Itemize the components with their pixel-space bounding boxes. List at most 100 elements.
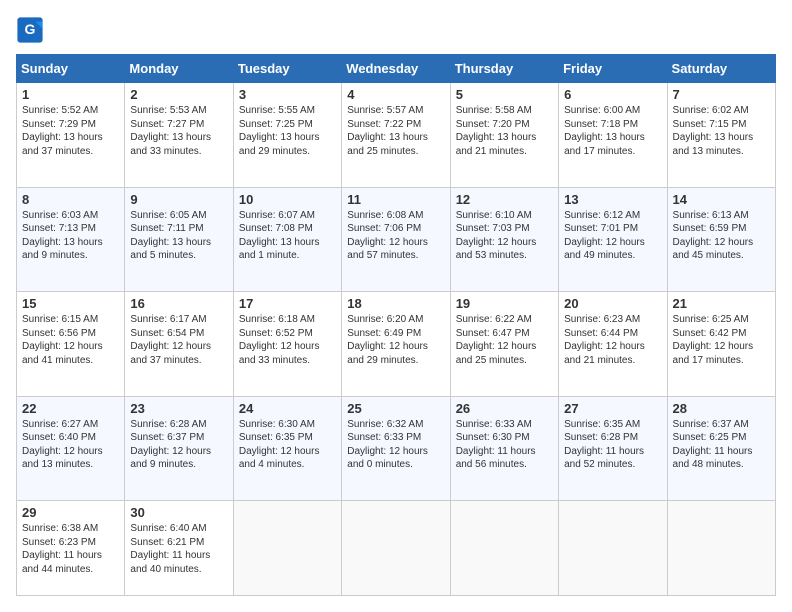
cell-details: Sunrise: 6:03 AMSunset: 7:13 PMDaylight:…	[22, 209, 119, 263]
weekday-tuesday: Tuesday	[233, 55, 341, 83]
calendar-cell: 11 Sunrise: 6:08 AMSunset: 7:06 PMDayligh…	[342, 187, 450, 292]
day-number: 1	[22, 87, 119, 102]
day-number: 14	[673, 192, 770, 207]
cell-details: Sunrise: 6:25 AMSunset: 6:42 PMDaylight:…	[673, 313, 770, 367]
calendar-cell: 28 Sunrise: 6:37 AMSunset: 6:25 PMDayligh…	[667, 396, 775, 501]
weekday-monday: Monday	[125, 55, 233, 83]
day-number: 13	[564, 192, 661, 207]
calendar-cell: 22Sunrise: 6:27 AMSunset: 6:40 PMDayligh…	[17, 396, 125, 501]
cell-details: Sunrise: 6:37 AMSunset: 6:25 PMDaylight:…	[673, 418, 770, 472]
calendar-cell	[233, 501, 341, 596]
cell-details: Sunrise: 6:12 AMSunset: 7:01 PMDaylight:…	[564, 209, 661, 263]
weekday-saturday: Saturday	[667, 55, 775, 83]
cell-details: Sunrise: 5:57 AMSunset: 7:22 PMDaylight:…	[347, 104, 444, 158]
calendar-cell: 24 Sunrise: 6:30 AMSunset: 6:35 PMDayligh…	[233, 396, 341, 501]
calendar-cell: 30 Sunrise: 6:40 AMSunset: 6:21 PMDayligh…	[125, 501, 233, 596]
weekday-friday: Friday	[559, 55, 667, 83]
day-number: 8	[22, 192, 119, 207]
calendar-cell: 25 Sunrise: 6:32 AMSunset: 6:33 PMDayligh…	[342, 396, 450, 501]
calendar-row-0: 1 Sunrise: 5:52 AMSunset: 7:29 PMDaylight…	[17, 83, 776, 188]
calendar-cell: 15 Sunrise: 6:15 AMSunset: 6:56 PMDayligh…	[17, 292, 125, 397]
calendar-table: SundayMondayTuesdayWednesdayThursdayFrid…	[16, 54, 776, 596]
cell-details: Sunrise: 6:05 AMSunset: 7:11 PMDaylight:…	[130, 209, 227, 263]
day-number: 2	[130, 87, 227, 102]
page-header: G	[16, 16, 776, 44]
calendar-cell: 29Sunrise: 6:38 AMSunset: 6:23 PMDayligh…	[17, 501, 125, 596]
calendar-cell: 8 Sunrise: 6:03 AMSunset: 7:13 PMDaylight…	[17, 187, 125, 292]
day-number: 17	[239, 296, 336, 311]
weekday-wednesday: Wednesday	[342, 55, 450, 83]
cell-details: Sunrise: 6:10 AMSunset: 7:03 PMDaylight:…	[456, 209, 553, 263]
calendar-cell: 4 Sunrise: 5:57 AMSunset: 7:22 PMDaylight…	[342, 83, 450, 188]
logo-icon: G	[16, 16, 44, 44]
calendar-cell: 3 Sunrise: 5:55 AMSunset: 7:25 PMDaylight…	[233, 83, 341, 188]
calendar-cell: 18Sunrise: 6:20 AMSunset: 6:49 PMDayligh…	[342, 292, 450, 397]
calendar-cell: 26Sunrise: 6:33 AMSunset: 6:30 PMDayligh…	[450, 396, 558, 501]
calendar-cell: 6 Sunrise: 6:00 AMSunset: 7:18 PMDaylight…	[559, 83, 667, 188]
calendar-cell	[559, 501, 667, 596]
calendar-cell: 17 Sunrise: 6:18 AMSunset: 6:52 PMDayligh…	[233, 292, 341, 397]
calendar-cell: 21Sunrise: 6:25 AMSunset: 6:42 PMDayligh…	[667, 292, 775, 397]
day-number: 3	[239, 87, 336, 102]
cell-details: Sunrise: 6:13 AMSunset: 6:59 PMDaylight:…	[673, 209, 770, 263]
weekday-header-row: SundayMondayTuesdayWednesdayThursdayFrid…	[17, 55, 776, 83]
day-number: 12	[456, 192, 553, 207]
calendar-cell	[450, 501, 558, 596]
calendar-cell: 27 Sunrise: 6:35 AMSunset: 6:28 PMDayligh…	[559, 396, 667, 501]
calendar-cell	[667, 501, 775, 596]
calendar-cell: 23Sunrise: 6:28 AMSunset: 6:37 PMDayligh…	[125, 396, 233, 501]
calendar-row-2: 15 Sunrise: 6:15 AMSunset: 6:56 PMDayligh…	[17, 292, 776, 397]
cell-details: Sunrise: 6:32 AMSunset: 6:33 PMDaylight:…	[347, 418, 444, 472]
cell-details: Sunrise: 5:53 AMSunset: 7:27 PMDaylight:…	[130, 104, 227, 158]
calendar-cell: 9 Sunrise: 6:05 AMSunset: 7:11 PMDaylight…	[125, 187, 233, 292]
calendar-row-3: 22Sunrise: 6:27 AMSunset: 6:40 PMDayligh…	[17, 396, 776, 501]
weekday-thursday: Thursday	[450, 55, 558, 83]
calendar-cell: 19Sunrise: 6:22 AMSunset: 6:47 PMDayligh…	[450, 292, 558, 397]
calendar-cell: 20 Sunrise: 6:23 AMSunset: 6:44 PMDayligh…	[559, 292, 667, 397]
svg-text:G: G	[25, 21, 36, 37]
cell-details: Sunrise: 6:02 AMSunset: 7:15 PMDaylight:…	[673, 104, 770, 158]
calendar-cell: 13 Sunrise: 6:12 AMSunset: 7:01 PMDayligh…	[559, 187, 667, 292]
calendar-row-1: 8 Sunrise: 6:03 AMSunset: 7:13 PMDaylight…	[17, 187, 776, 292]
calendar-cell: 10Sunrise: 6:07 AMSunset: 7:08 PMDayligh…	[233, 187, 341, 292]
weekday-sunday: Sunday	[17, 55, 125, 83]
day-number: 20	[564, 296, 661, 311]
cell-details: Sunrise: 6:40 AMSunset: 6:21 PMDaylight:…	[130, 522, 227, 576]
day-number: 22	[22, 401, 119, 416]
calendar-cell: 1 Sunrise: 5:52 AMSunset: 7:29 PMDaylight…	[17, 83, 125, 188]
day-number: 30	[130, 505, 227, 520]
calendar-cell: 2 Sunrise: 5:53 AMSunset: 7:27 PMDaylight…	[125, 83, 233, 188]
cell-details: Sunrise: 6:23 AMSunset: 6:44 PMDaylight:…	[564, 313, 661, 367]
day-number: 9	[130, 192, 227, 207]
day-number: 26	[456, 401, 553, 416]
cell-details: Sunrise: 5:55 AMSunset: 7:25 PMDaylight:…	[239, 104, 336, 158]
calendar-cell: 12 Sunrise: 6:10 AMSunset: 7:03 PMDayligh…	[450, 187, 558, 292]
day-number: 16	[130, 296, 227, 311]
day-number: 7	[673, 87, 770, 102]
day-number: 4	[347, 87, 444, 102]
day-number: 5	[456, 87, 553, 102]
cell-details: Sunrise: 6:28 AMSunset: 6:37 PMDaylight:…	[130, 418, 227, 472]
cell-details: Sunrise: 6:15 AMSunset: 6:56 PMDaylight:…	[22, 313, 119, 367]
day-number: 25	[347, 401, 444, 416]
day-number: 11	[347, 192, 444, 207]
day-number: 24	[239, 401, 336, 416]
day-number: 27	[564, 401, 661, 416]
cell-details: Sunrise: 6:35 AMSunset: 6:28 PMDaylight:…	[564, 418, 661, 472]
day-number: 15	[22, 296, 119, 311]
cell-details: Sunrise: 6:18 AMSunset: 6:52 PMDaylight:…	[239, 313, 336, 367]
calendar-page: G SundayMondayTuesdayWednesdayThursdayFr…	[0, 0, 792, 612]
day-number: 19	[456, 296, 553, 311]
day-number: 6	[564, 87, 661, 102]
cell-details: Sunrise: 6:30 AMSunset: 6:35 PMDaylight:…	[239, 418, 336, 472]
cell-details: Sunrise: 5:52 AMSunset: 7:29 PMDaylight:…	[22, 104, 119, 158]
cell-details: Sunrise: 6:17 AMSunset: 6:54 PMDaylight:…	[130, 313, 227, 367]
day-number: 10	[239, 192, 336, 207]
cell-details: Sunrise: 6:20 AMSunset: 6:49 PMDaylight:…	[347, 313, 444, 367]
cell-details: Sunrise: 6:00 AMSunset: 7:18 PMDaylight:…	[564, 104, 661, 158]
logo: G	[16, 16, 48, 44]
calendar-cell: 7 Sunrise: 6:02 AMSunset: 7:15 PMDaylight…	[667, 83, 775, 188]
cell-details: Sunrise: 6:08 AMSunset: 7:06 PMDaylight:…	[347, 209, 444, 263]
day-number: 28	[673, 401, 770, 416]
calendar-row-4: 29Sunrise: 6:38 AMSunset: 6:23 PMDayligh…	[17, 501, 776, 596]
